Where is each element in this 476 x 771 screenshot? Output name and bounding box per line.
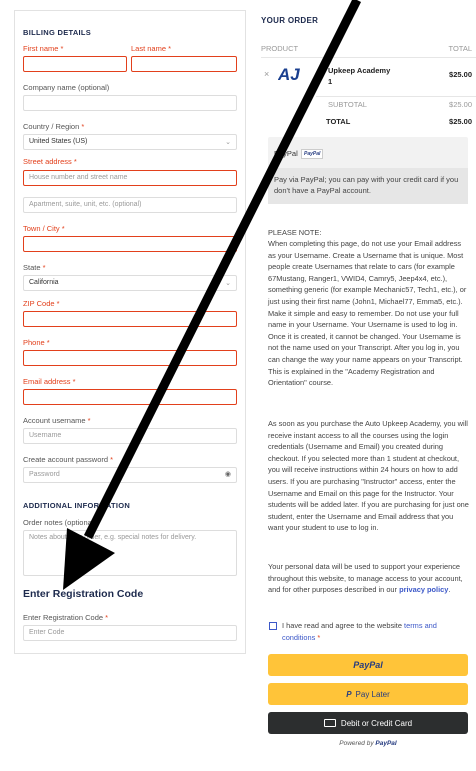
email-label: Email address * (23, 377, 76, 386)
terms-text: I have read and agree to the website ter… (282, 621, 437, 642)
subtotal-value: $25.00 (449, 100, 472, 109)
chevron-down-icon: ⌄ (225, 139, 231, 146)
product-name: Upkeep Academy (328, 66, 391, 75)
registration-label: Enter Registration Code * (23, 613, 109, 622)
product-price: $25.00 (449, 70, 472, 79)
town-field[interactable] (23, 236, 237, 252)
phone-label: Phone * (23, 338, 50, 347)
country-label: Country / Region * (23, 122, 85, 131)
divider (261, 57, 476, 58)
paypal-button[interactable]: PayPal (268, 654, 468, 676)
zip-label: ZIP Code * (23, 299, 60, 308)
billing-details-panel: BILLING DETAILS First name * Last name *… (14, 10, 246, 654)
card-icon (323, 719, 336, 727)
total-value: $25.00 (449, 117, 472, 126)
product-thumbnail: AJ (277, 63, 300, 85)
first-name-field[interactable] (23, 56, 127, 72)
powered-by-paypal-logo: PayPal (375, 740, 397, 747)
note-paragraph-1: When completing this page, do not use yo… (268, 239, 467, 388)
password-label: Create account password * (23, 455, 114, 464)
order-notes-textarea[interactable]: Notes about your order, e.g. special not… (23, 530, 237, 576)
note-heading: PLEASE NOTE: (268, 228, 322, 237)
state-select[interactable]: California ⌄ (23, 275, 237, 291)
username-field[interactable]: Username (23, 428, 237, 444)
product-qty: 1 (328, 77, 333, 86)
svg-text:AJ: AJ (278, 65, 300, 84)
paypal-badge-icon: PayPal (301, 149, 324, 159)
registration-title: Enter Registration Code (23, 588, 144, 600)
street-label: Street address * (23, 157, 77, 166)
company-field[interactable] (23, 95, 237, 111)
phone-field[interactable] (23, 350, 237, 366)
divider (316, 96, 476, 97)
paypal-p-icon: P (346, 689, 352, 699)
password-field[interactable]: Password ◉ (23, 467, 237, 483)
chevron-down-icon: ⌄ (225, 280, 231, 287)
pay-later-button[interactable]: P Pay Later (268, 683, 468, 705)
apartment-field[interactable]: Apartment, suite, unit, etc. (optional) (23, 197, 237, 213)
first-name-label: First name * (23, 44, 64, 53)
debit-credit-card-button[interactable]: Debit or Credit Card (268, 712, 468, 734)
subtotal-label: SUBTOTAL (328, 100, 367, 109)
eye-icon[interactable]: ◉ (225, 470, 231, 478)
paypal-payment-option[interactable]: PayPal PayPal Pay via PayPal; you can pa… (268, 137, 468, 204)
privacy-policy-link[interactable]: privacy policy (399, 585, 448, 594)
privacy-text: Your personal data will be used to suppo… (268, 562, 463, 595)
street-field[interactable]: House number and street name (23, 170, 237, 186)
order-panel: YOUR ORDER PRODUCT TOTAL × AJ Upkeep Aca… (256, 0, 476, 771)
additional-info-title: ADDITIONAL INFORMATION (23, 501, 131, 510)
town-label: Town / City * (23, 224, 65, 233)
order-title: YOUR ORDER (261, 16, 319, 25)
last-name-field[interactable] (131, 56, 237, 72)
paypal-option-label: PayPal (274, 149, 298, 158)
company-label: Company name (optional) (23, 83, 110, 92)
powered-by: Powered by PayPal (339, 740, 397, 747)
total-header: TOTAL (448, 44, 472, 53)
total-label: TOTAL (326, 117, 351, 126)
email-field[interactable] (23, 389, 237, 405)
terms-checkbox[interactable] (269, 622, 277, 630)
note-paragraph-2: As soon as you purchase the Auto Upkeep … (268, 419, 469, 533)
product-header: PRODUCT (261, 44, 299, 53)
country-select[interactable]: United States (US) ⌄ (23, 134, 237, 150)
zip-field[interactable] (23, 311, 237, 327)
username-label: Account username * (23, 416, 91, 425)
billing-title: BILLING DETAILS (23, 28, 92, 37)
state-label: State * (23, 263, 46, 272)
registration-code-field[interactable]: Enter Code (23, 625, 237, 641)
paypal-description: Pay via PayPal; you can pay with your cr… (268, 168, 468, 204)
remove-item-button[interactable]: × (264, 69, 269, 79)
order-notes-label: Order notes (optional) (23, 518, 96, 527)
last-name-label: Last name * (131, 44, 172, 53)
